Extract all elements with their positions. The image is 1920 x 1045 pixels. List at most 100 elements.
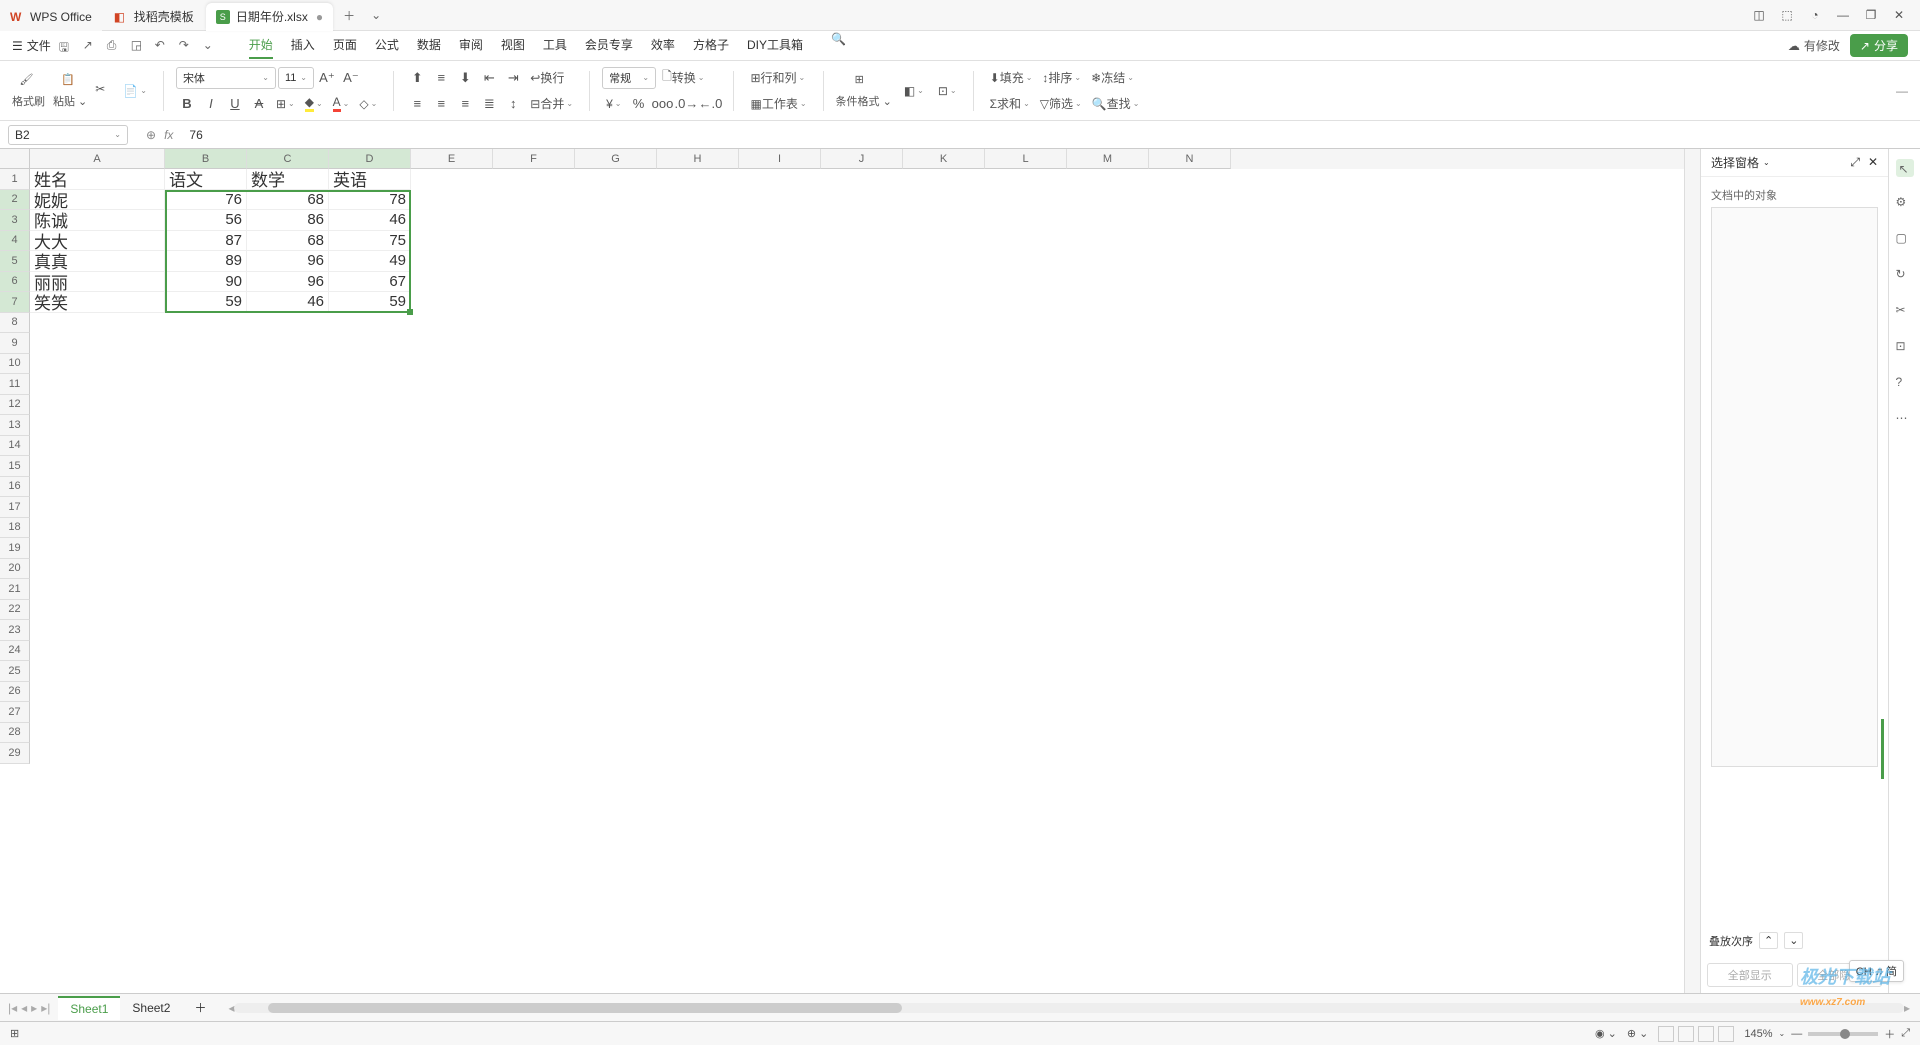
freeze-button[interactable]: ❄ 冻结⌄ [1087, 67, 1138, 89]
horizontal-scrollbar[interactable]: ◂ ▸ [218, 1001, 1920, 1015]
row-header[interactable]: 12 [0, 395, 30, 416]
view-break-icon[interactable] [1698, 1026, 1714, 1042]
menu-hamburger[interactable]: ☰ 文件 [12, 37, 51, 54]
row-header[interactable]: 11 [0, 374, 30, 395]
percent-icon[interactable]: % [627, 93, 649, 115]
gallery-rail-icon[interactable]: ⊡ [1896, 339, 1914, 357]
sheet-last-icon[interactable]: ▸| [41, 1001, 50, 1015]
row-header[interactable]: 25 [0, 661, 30, 682]
font-size-select[interactable]: 11⌄ [278, 67, 314, 89]
expand-fb-icon[interactable]: ⊕ [146, 128, 156, 142]
align-middle-icon[interactable]: ≡ [430, 67, 452, 89]
menu-tab-insert[interactable]: 插入 [291, 32, 315, 59]
number-format-select[interactable]: 常规⌄ [602, 67, 656, 89]
cell[interactable]: 68 [247, 231, 329, 252]
row-header[interactable]: 18 [0, 518, 30, 539]
increase-font-icon[interactable]: A⁺ [316, 67, 338, 89]
more-icon[interactable]: ⌄ [203, 38, 219, 54]
search-icon[interactable]: 🔍 [831, 32, 849, 50]
close-panel-icon[interactable]: ✕ [1868, 155, 1878, 169]
dec-decimal-icon[interactable]: ←.0 [699, 93, 721, 115]
cut-icon[interactable]: ✂ [95, 82, 113, 100]
table-dropdown[interactable]: ⊡⌄ [934, 80, 961, 102]
cell[interactable]: 75 [329, 231, 411, 252]
row-header[interactable]: 15 [0, 456, 30, 477]
cell[interactable]: 59 [165, 292, 247, 313]
eye-icon[interactable]: ◉ ⌄ [1595, 1027, 1617, 1040]
menu-tab-formula[interactable]: 公式 [375, 32, 399, 59]
italic-button[interactable]: I [200, 93, 222, 115]
cell[interactable]: 46 [247, 292, 329, 313]
sheet-add-button[interactable]: ＋ [182, 995, 218, 1020]
cell[interactable]: 英语 [329, 169, 411, 190]
view-normal-icon[interactable] [1658, 1026, 1674, 1042]
underline-button[interactable]: U [224, 93, 246, 115]
help-rail-icon[interactable]: ? [1896, 375, 1914, 393]
cell[interactable]: 76 [165, 190, 247, 211]
sheet-first-icon[interactable]: |◂ [8, 1001, 17, 1015]
tab-add-button[interactable]: ＋ [335, 7, 363, 24]
indent-dec-icon[interactable]: ⇤ [478, 67, 500, 89]
menu-tab-review[interactable]: 审阅 [459, 32, 483, 59]
row-header[interactable]: 3 [0, 210, 30, 231]
pin-icon[interactable]: ⤢ [1850, 155, 1860, 169]
col-header[interactable]: E [411, 149, 493, 169]
window-collapse-icon[interactable]: ◫ [1752, 8, 1766, 22]
row-header[interactable]: 29 [0, 743, 30, 764]
more-rail-icon[interactable]: ⋯ [1896, 411, 1914, 429]
print-icon[interactable]: ⎙ [107, 38, 123, 54]
vertical-scrollbar[interactable] [1684, 149, 1700, 993]
menu-tab-tools[interactable]: 工具 [543, 32, 567, 59]
cond-format-button[interactable]: ⊞条件格式 ⌄ [836, 73, 892, 109]
indent-inc-icon[interactable]: ⇥ [502, 67, 524, 89]
align-right-icon[interactable]: ≡ [454, 93, 476, 115]
menu-tab-start[interactable]: 开始 [249, 32, 273, 59]
row-header[interactable]: 17 [0, 497, 30, 518]
collapse-ribbon-icon[interactable]: — [1896, 84, 1908, 98]
row-header[interactable]: 13 [0, 415, 30, 436]
spreadsheet-grid[interactable]: ABCDEFGHIJKLMN 1234567891011121314151617… [0, 149, 1684, 993]
clear-format-dropdown[interactable]: ◇⌄ [355, 93, 381, 115]
worksheet-button[interactable]: ▦ 工作表⌄ [746, 93, 810, 115]
row-header[interactable]: 5 [0, 251, 30, 272]
cursor-rail-icon[interactable]: ↖ [1896, 159, 1914, 177]
zoom-out-icon[interactable]: — [1791, 1028, 1802, 1040]
row-header[interactable]: 9 [0, 333, 30, 354]
cell[interactable]: 笑笑 [30, 292, 165, 313]
menu-tab-view[interactable]: 视图 [501, 32, 525, 59]
zoom-slider[interactable] [1808, 1032, 1878, 1036]
tab-menu-button[interactable]: ⌄ [363, 8, 389, 22]
menu-tab-diy[interactable]: DIY工具箱 [747, 32, 803, 59]
cell[interactable]: 78 [329, 190, 411, 211]
align-left-icon[interactable]: ≡ [406, 93, 428, 115]
font-color-dropdown[interactable]: A⌄ [329, 93, 354, 115]
menu-tab-data[interactable]: 数据 [417, 32, 441, 59]
row-header[interactable]: 14 [0, 436, 30, 457]
row-header[interactable]: 28 [0, 723, 30, 744]
font-family-select[interactable]: 宋体⌄ [176, 67, 276, 89]
cell[interactable]: 90 [165, 272, 247, 293]
preview-icon[interactable]: ◲ [131, 38, 147, 54]
row-header[interactable]: 10 [0, 354, 30, 375]
order-up-button[interactable]: ⌃ [1759, 932, 1778, 949]
row-header[interactable]: 6 [0, 272, 30, 293]
merge-button[interactable]: ⊟ 合并⌄ [526, 93, 577, 115]
menu-tab-page[interactable]: 页面 [333, 32, 357, 59]
sheet-next-icon[interactable]: ▸ [31, 1001, 37, 1015]
menu-tab-member[interactable]: 会员专享 [585, 32, 633, 59]
cell[interactable]: 87 [165, 231, 247, 252]
cell[interactable]: 语文 [165, 169, 247, 190]
sum-button[interactable]: Σ 求和⌄ [986, 93, 1034, 115]
cell[interactable]: 96 [247, 272, 329, 293]
cell[interactable]: 46 [329, 210, 411, 231]
cell[interactable]: 68 [247, 190, 329, 211]
orientation-icon[interactable]: ↕ [502, 93, 524, 115]
align-justify-icon[interactable]: ≣ [478, 93, 500, 115]
tab-template[interactable]: ◧ 找稻壳模板 [104, 3, 204, 31]
close-icon[interactable]: ✕ [1892, 8, 1906, 22]
view-full-icon[interactable] [1718, 1026, 1734, 1042]
col-header[interactable]: F [493, 149, 575, 169]
view-page-icon[interactable] [1678, 1026, 1694, 1042]
col-header[interactable]: H [657, 149, 739, 169]
settings-rail-icon[interactable]: ⚙ [1896, 195, 1914, 213]
